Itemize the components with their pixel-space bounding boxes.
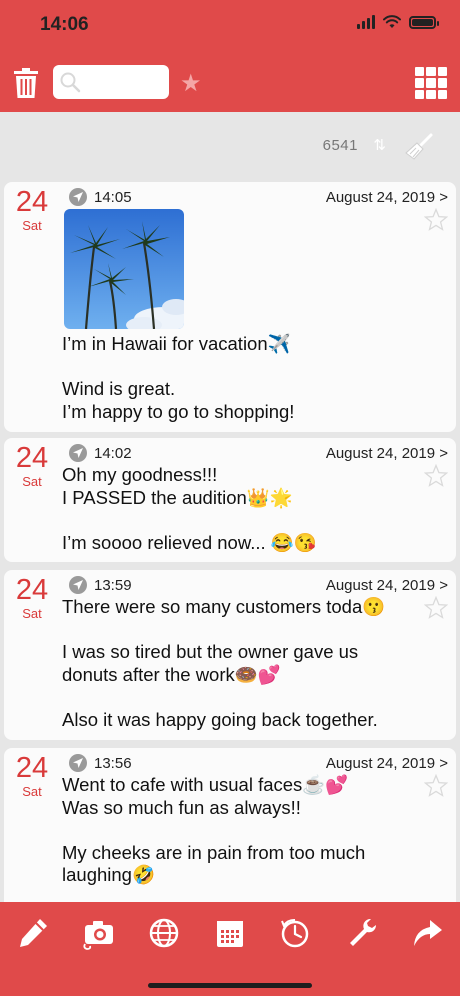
battery-icon bbox=[409, 15, 439, 29]
search-icon bbox=[60, 72, 81, 93]
entry-weekday: Sat bbox=[22, 784, 42, 799]
signal-icon bbox=[357, 15, 375, 29]
location-icon bbox=[69, 754, 87, 772]
diary-entry-list[interactable]: 24 Sat 14:05 August 24, 2019 > I’m in Ha… bbox=[0, 180, 460, 902]
entry-time: 13:56 bbox=[94, 755, 132, 772]
wrench-icon[interactable] bbox=[345, 916, 379, 950]
entry-text: Oh my goodness!!! I PASSED the audition👑… bbox=[62, 464, 317, 553]
broom-icon[interactable] bbox=[404, 132, 434, 162]
entry-text: I’m in Hawaii for vacation✈️ Wind is gre… bbox=[62, 333, 295, 422]
search-input[interactable] bbox=[53, 65, 169, 99]
favorite-star-icon[interactable] bbox=[424, 208, 448, 232]
status-time: 14:06 bbox=[40, 14, 89, 35]
entry-photo[interactable] bbox=[64, 209, 184, 329]
entry-weekday: Sat bbox=[22, 218, 42, 233]
clock-icon[interactable] bbox=[278, 916, 312, 950]
entry-date-link[interactable]: August 24, 2019 > bbox=[326, 445, 448, 462]
sort-icon[interactable]: ⇅ bbox=[373, 136, 386, 154]
entry-time: 13:59 bbox=[94, 577, 132, 594]
grid-icon[interactable] bbox=[415, 67, 447, 99]
status-icons bbox=[357, 15, 439, 29]
entry-day: 24 bbox=[15, 186, 49, 218]
bottom-toolbar bbox=[0, 902, 460, 996]
wifi-icon bbox=[383, 15, 401, 28]
home-indicator bbox=[148, 983, 312, 988]
entry-text: Went to cafe with usual faces☕️💕 Was so … bbox=[62, 774, 366, 885]
entry-weekday: Sat bbox=[22, 474, 42, 489]
entry-count: 6541 bbox=[322, 137, 358, 154]
trash-icon[interactable] bbox=[14, 68, 38, 98]
entry-day: 24 bbox=[15, 574, 49, 606]
share-icon[interactable] bbox=[410, 916, 444, 950]
camera-icon[interactable] bbox=[81, 916, 115, 950]
globe-icon[interactable] bbox=[147, 916, 181, 950]
favorite-star-icon[interactable] bbox=[424, 464, 448, 488]
diary-entry[interactable]: 24 Sat 14:05 August 24, 2019 > I’m in Ha… bbox=[4, 182, 456, 432]
top-bar: 14:06 ★ bbox=[0, 0, 460, 112]
list-toolbar: 6541 ⇅ bbox=[0, 112, 460, 178]
entry-time: 14:02 bbox=[94, 445, 132, 462]
favorite-star-icon[interactable] bbox=[424, 774, 448, 798]
entry-text: There were so many customers toda😗 I was… bbox=[62, 596, 386, 730]
entry-time: 14:05 bbox=[94, 189, 132, 206]
location-icon bbox=[69, 188, 87, 206]
diary-entry[interactable]: 24 Sat 13:59 August 24, 2019 > There wer… bbox=[4, 570, 456, 740]
favorite-star-icon[interactable] bbox=[424, 596, 448, 620]
calendar-icon[interactable] bbox=[213, 916, 247, 950]
diary-entry[interactable]: 24 Sat 14:02 August 24, 2019 > Oh my goo… bbox=[4, 438, 456, 562]
entry-date-link[interactable]: August 24, 2019 > bbox=[326, 577, 448, 594]
pencil-icon[interactable] bbox=[16, 916, 50, 950]
entry-date-link[interactable]: August 24, 2019 > bbox=[326, 189, 448, 206]
entry-date-link[interactable]: August 24, 2019 > bbox=[326, 755, 448, 772]
entry-day: 24 bbox=[15, 752, 49, 784]
star-icon[interactable]: ★ bbox=[180, 72, 202, 96]
location-icon bbox=[69, 444, 87, 462]
entry-day: 24 bbox=[15, 442, 49, 474]
location-icon bbox=[69, 576, 87, 594]
entry-weekday: Sat bbox=[22, 606, 42, 621]
diary-entry[interactable]: 24 Sat 13:56 August 24, 2019 > Went to c… bbox=[4, 748, 456, 902]
